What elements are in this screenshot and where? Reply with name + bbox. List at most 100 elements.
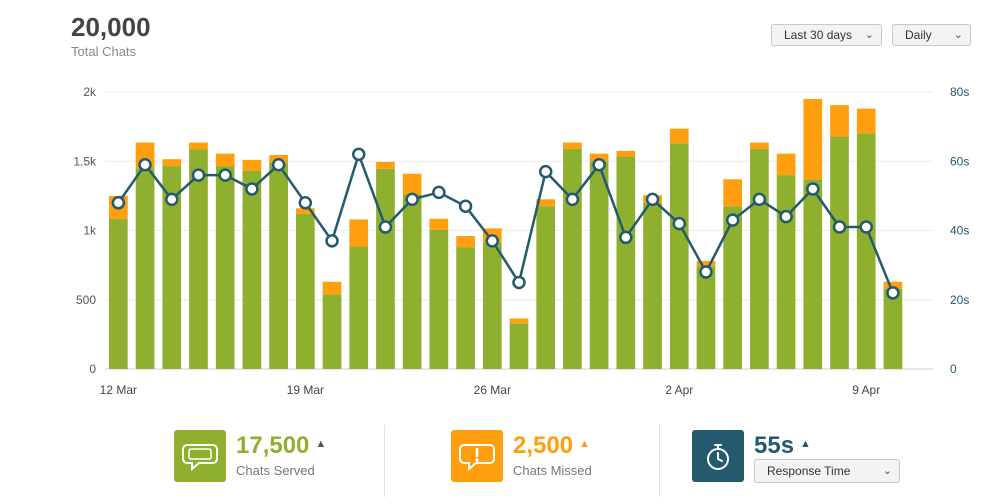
response-time-point bbox=[218, 168, 232, 182]
served-bar bbox=[616, 156, 636, 369]
missed-bar bbox=[456, 236, 475, 248]
speech-bubble-icon bbox=[174, 430, 226, 482]
x-tick-label: 2 Apr bbox=[665, 383, 693, 397]
chats-served-label: Chats Served bbox=[236, 463, 315, 478]
missed-bar bbox=[616, 150, 636, 157]
missed-bar bbox=[189, 142, 208, 150]
response-time-point bbox=[191, 168, 206, 182]
stopwatch-icon bbox=[692, 430, 744, 482]
response-time-point bbox=[165, 192, 179, 207]
response-time-point bbox=[806, 182, 820, 196]
missed-bar bbox=[322, 281, 342, 295]
y-right-tick-label: 40s bbox=[950, 224, 969, 238]
served-bar bbox=[696, 266, 716, 369]
served-bar bbox=[856, 133, 876, 369]
missed-bar bbox=[830, 105, 849, 137]
served-bar bbox=[776, 175, 796, 369]
missed-bar bbox=[429, 218, 449, 230]
response-time-point bbox=[298, 196, 313, 210]
missed-bar bbox=[856, 108, 876, 134]
response-time-point bbox=[779, 209, 793, 224]
response-time-point bbox=[378, 220, 393, 234]
response-metric-select[interactable]: Response Time ⌄ bbox=[754, 459, 900, 483]
stat-divider bbox=[659, 425, 660, 497]
response-time-point bbox=[699, 265, 713, 279]
response-time-point bbox=[752, 192, 767, 207]
served-bar bbox=[295, 213, 315, 369]
served-bar bbox=[349, 246, 369, 369]
y-right-tick-label: 80s bbox=[950, 85, 969, 99]
served-bar bbox=[536, 206, 556, 369]
x-tick-label: 12 Mar bbox=[100, 383, 137, 397]
response-time-point bbox=[512, 275, 526, 290]
chats-missed-value: 2,500 ▲ bbox=[513, 432, 590, 459]
response-time-point bbox=[672, 216, 687, 231]
chats-chart: 0 500 1k 1.5k 2k 0 20s 40s 60s 80s 12 Mar 19 Mar 26 … bbox=[73, 85, 969, 397]
x-tick-label: 19 Mar bbox=[287, 383, 324, 397]
chats-missed-label: Chats Missed bbox=[513, 463, 592, 478]
served-bar bbox=[750, 148, 769, 369]
triangle-up-icon: ▲ bbox=[800, 438, 811, 450]
response-time-point bbox=[351, 147, 366, 162]
response-time-point bbox=[405, 192, 419, 207]
stat-divider bbox=[384, 425, 385, 497]
response-time-point bbox=[458, 199, 473, 214]
missed-bar bbox=[349, 219, 369, 247]
response-time-point bbox=[565, 192, 580, 207]
missed-bar bbox=[509, 318, 529, 324]
y-left-tick-label: 2k bbox=[83, 85, 97, 99]
missed-bar bbox=[376, 161, 395, 169]
served-bar bbox=[402, 194, 422, 369]
x-tick-label: 9 Apr bbox=[852, 383, 880, 397]
served-bar bbox=[482, 242, 502, 369]
response-time-point bbox=[111, 196, 126, 210]
served-bar bbox=[803, 179, 823, 369]
triangle-up-icon: ▲ bbox=[315, 438, 327, 450]
y-left-tick-label: 0 bbox=[89, 362, 96, 376]
y-right-tick-label: 20s bbox=[950, 293, 969, 307]
response-time-point bbox=[832, 220, 847, 234]
y-left-tick-label: 1k bbox=[83, 224, 97, 238]
served-bar bbox=[669, 143, 689, 369]
missed-bar bbox=[803, 98, 823, 180]
response-time-point bbox=[538, 164, 553, 179]
served-bar bbox=[269, 162, 288, 369]
response-time-point bbox=[645, 192, 660, 207]
response-time-point bbox=[325, 234, 339, 248]
served-bar bbox=[563, 148, 582, 369]
response-metric-label: Response Time bbox=[767, 464, 851, 478]
response-time-point bbox=[271, 157, 286, 172]
response-time-point bbox=[245, 182, 259, 196]
triangle-up-icon: ▲ bbox=[579, 438, 590, 450]
chats-served-value: 17,500 ▲ bbox=[236, 432, 327, 459]
alert-bubble-icon bbox=[451, 430, 503, 482]
missed-bar bbox=[402, 173, 422, 195]
served-bar bbox=[883, 288, 903, 369]
served-bar bbox=[509, 323, 529, 369]
missed-bar bbox=[723, 179, 743, 207]
missed-bar bbox=[776, 153, 796, 176]
response-time-point bbox=[886, 286, 900, 300]
y-right-tick-label: 0 bbox=[950, 362, 957, 376]
served-bar bbox=[643, 202, 662, 369]
missed-bar bbox=[563, 142, 582, 149]
response-time-point bbox=[432, 185, 446, 200]
served-bar bbox=[830, 136, 849, 369]
missed-bar bbox=[669, 128, 689, 144]
response-time-point bbox=[485, 234, 500, 248]
x-tick-label: 26 Mar bbox=[474, 383, 511, 397]
missed-bar bbox=[242, 159, 262, 171]
y-right-tick-label: 60s bbox=[950, 154, 969, 168]
served-bar bbox=[215, 166, 235, 369]
missed-bar bbox=[215, 153, 235, 167]
response-time-point bbox=[138, 157, 152, 172]
served-bar bbox=[109, 218, 128, 369]
chevron-down-icon: ⌄ bbox=[882, 465, 892, 477]
response-time-point bbox=[859, 220, 873, 234]
response-time-point bbox=[592, 157, 606, 172]
served-bar bbox=[376, 168, 395, 369]
missed-bar bbox=[750, 142, 769, 149]
served-bar bbox=[589, 161, 609, 369]
response-time-point bbox=[619, 230, 633, 245]
y-left-tick-label: 1.5k bbox=[73, 154, 97, 168]
